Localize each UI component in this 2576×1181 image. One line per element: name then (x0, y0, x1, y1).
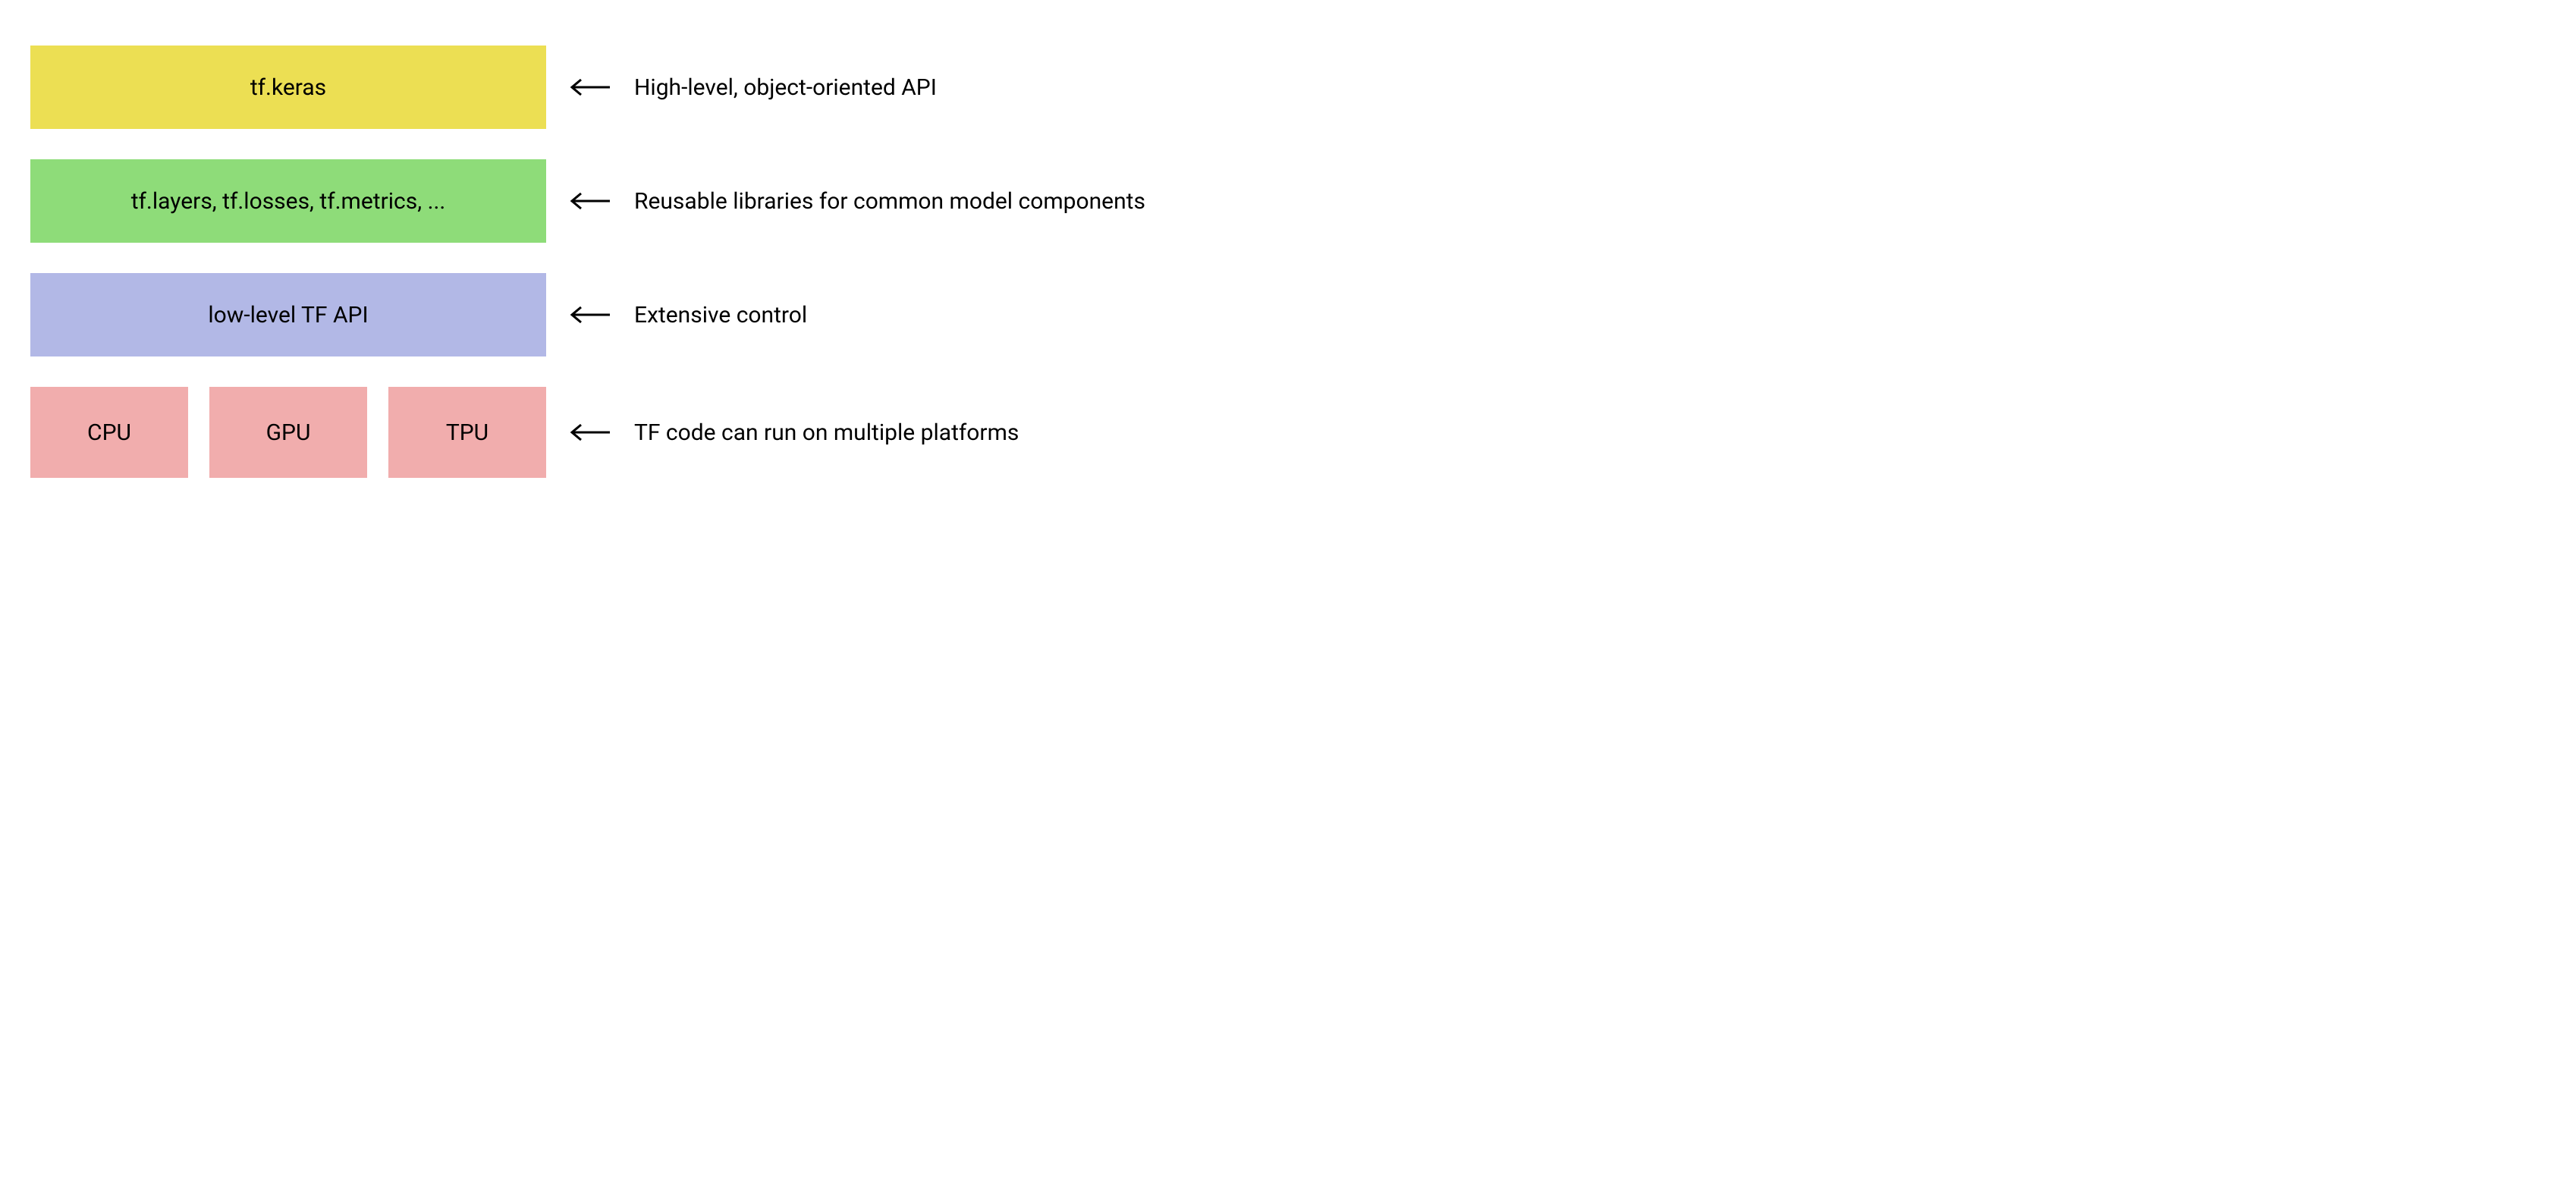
layer-box-keras: tf.keras (30, 46, 546, 129)
arrow-left-icon (569, 303, 611, 327)
layer-row-lowlevel: low-level TF API Extensive control (30, 273, 1244, 356)
layer-row-hardware: CPU GPU TPU TF code can run on multiple … (30, 387, 1244, 478)
layer-box-libraries: tf.layers, tf.losses, tf.metrics, ... (30, 159, 546, 243)
hw-box-cpu: CPU (30, 387, 188, 478)
arrow-left-icon (569, 75, 611, 99)
layer-label: tf.layers, tf.losses, tf.metrics, ... (131, 188, 446, 215)
hw-label: GPU (266, 419, 311, 446)
hardware-group: CPU GPU TPU (30, 387, 546, 478)
arrow-left-icon (569, 420, 611, 444)
hw-box-gpu: GPU (209, 387, 367, 478)
layer-label: low-level TF API (208, 302, 368, 328)
layer-description: High-level, object-oriented API (634, 74, 937, 101)
hw-label: TPU (446, 419, 488, 446)
hardware-description: TF code can run on multiple platforms (634, 419, 1019, 446)
arrow-left-icon (569, 189, 611, 213)
hw-box-tpu: TPU (388, 387, 546, 478)
layer-box-lowlevel: low-level TF API (30, 273, 546, 356)
layer-row-libraries: tf.layers, tf.losses, tf.metrics, ... Re… (30, 159, 1244, 243)
layer-row-keras: tf.keras High-level, object-oriented API (30, 46, 1244, 129)
tf-architecture-diagram: tf.keras High-level, object-oriented API… (30, 46, 1244, 478)
layer-label: tf.keras (250, 74, 326, 101)
layer-description: Extensive control (634, 302, 807, 328)
layer-description: Reusable libraries for common model comp… (634, 188, 1145, 215)
hw-label: CPU (87, 419, 131, 446)
